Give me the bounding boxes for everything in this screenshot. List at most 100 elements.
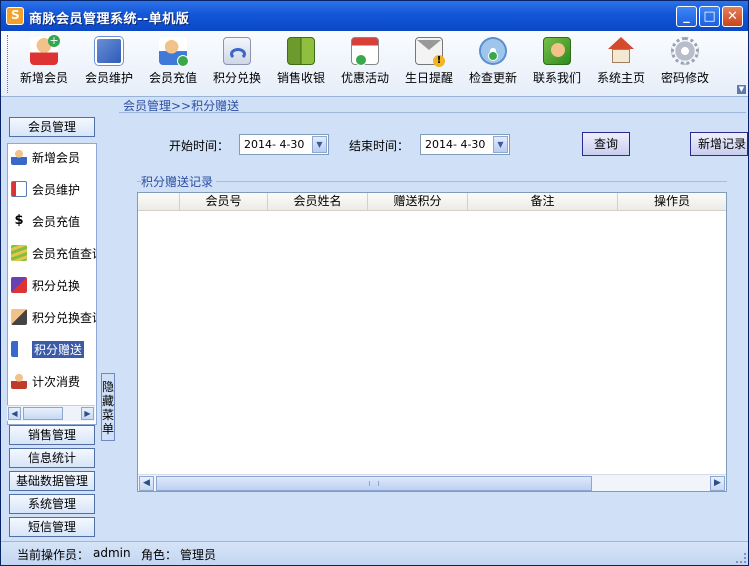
toolbar-recharge-button[interactable]: 会员充值 [142,35,204,91]
toolbar-overflow-button[interactable]: ▼ [737,85,746,94]
main-content: 会员管理>>积分赠送 开始时间： 2014- 4-30 ▼ 结束时间： 2014… [117,97,748,541]
toolbar-contact-button[interactable]: 联系我们 [526,35,588,91]
scroll-thumb[interactable] [23,407,63,420]
toolbar-label: 新增会员 [19,71,68,85]
toolbar-home-button[interactable]: 系统主页 [590,35,652,91]
card-icon [11,181,27,197]
start-time-label: 开始时间： [169,139,230,153]
toolbar-label: 检查更新 [468,71,517,85]
close-button[interactable]: ✕ [722,6,743,27]
sidebar-group-statistics[interactable]: 信息统计 [9,448,95,468]
toolbar-label: 积分兑换 [212,71,261,85]
toolbar-check-update-button[interactable]: 检查更新 [462,35,524,91]
sidebar-group-sales[interactable]: 销售管理 [9,425,95,445]
section-title: 积分赠送记录 [141,173,217,190]
money-stack-icon [11,245,27,261]
home-icon [607,37,635,65]
records-table[interactable]: 会员号 会员姓名 赠送积分 备注 操作员 ◀ ▶ [137,192,727,492]
gift-points-icon [11,341,27,357]
sidebar-item-recharge[interactable]: $ 会员充值 [8,210,96,232]
sidebar-item-label: 会员充值查询 [32,247,97,261]
sidebar-group-system[interactable]: 系统管理 [9,494,95,514]
role-label: 角色： [141,548,178,562]
column-header-operator[interactable]: 操作员 [618,193,726,211]
column-header-member-no[interactable]: 会员号 [180,193,268,211]
gear-password-icon [671,37,699,65]
scroll-right-icon[interactable]: ▶ [710,476,725,491]
end-time-label: 结束时间： [349,139,410,153]
operator-label: 当前操作员： [17,548,90,562]
toolbar-promotion-button[interactable]: 优惠活动 [334,35,396,91]
sidebar-item-member-maintain[interactable]: 会员维护 [8,178,96,200]
scroll-left-icon[interactable]: ◀ [8,407,21,420]
dollar-icon: $ [14,213,24,228]
minimize-button[interactable]: _ [676,6,697,27]
start-date-picker[interactable]: 2014- 4-30 ▼ [239,134,329,155]
exchange-icon [11,277,27,293]
toolbar-label: 优惠活动 [340,71,389,85]
column-header-points[interactable]: 赠送积分 [368,193,468,211]
app-logo-icon [6,7,24,25]
sidebar-horizontal-scrollbar[interactable]: ◀ ▶ [7,405,95,421]
row-header-cell [138,193,180,211]
toolbar: + 新增会员 会员维护 会员充值 积分兑换 销售收银 优惠活动 ! 生日提醒 检… [1,31,748,97]
cd-update-icon [479,37,507,65]
toolbar-points-exchange-button[interactable]: 积分兑换 [206,35,268,91]
toolbar-label: 密码修改 [660,71,709,85]
sidebar-item-points-exchange[interactable]: 积分兑换 [8,274,96,296]
start-date-value: 2014- 4-30 [244,138,305,151]
count-consume-icon [11,373,27,389]
title-bar[interactable]: 商脉会员管理系统--单机版 _ □ ✕ [1,1,748,31]
scroll-thumb[interactable] [156,476,592,491]
sidebar-item-label: 计次消费 [32,375,81,389]
add-record-button[interactable]: 新增记录 [690,132,748,156]
hide-menu-tab[interactable]: 隐藏菜单 [101,373,115,441]
toolbar-grip[interactable] [7,35,10,93]
sidebar-item-label: 积分兑换查询 [32,311,97,325]
sidebar-item-count-consume[interactable]: 计次消费 [8,370,96,392]
query-button[interactable]: 查询 [582,132,630,156]
sidebar-item-points-gift[interactable]: 积分赠送 [8,338,96,360]
recharge-icon [159,37,189,67]
toolbar-label: 联系我们 [532,71,581,85]
sidebar-item-label: 新增会员 [32,151,81,165]
resize-grip-icon[interactable] [736,553,746,563]
sidebar-item-label: 会员充值 [32,215,81,229]
column-header-member-name[interactable]: 会员姓名 [268,193,368,211]
sidebar-group-sms[interactable]: 短信管理 [9,517,95,537]
main-window: 商脉会员管理系统--单机版 _ □ ✕ + 新增会员 会员维护 会员充值 积 [0,0,749,566]
sidebar-item-label: 会员维护 [32,183,81,197]
toolbar-label: 会员维护 [84,71,133,85]
toolbar-change-password-button[interactable]: 密码修改 [654,35,716,91]
maximize-button[interactable]: □ [699,6,720,27]
scroll-right-icon[interactable]: ▶ [81,407,94,420]
table-header: 会员号 会员姓名 赠送积分 备注 操作员 [138,193,726,211]
cashier-icon [287,37,315,65]
sidebar-group-basic-data[interactable]: 基础数据管理 [9,471,95,491]
sidebar-item-recharge-query[interactable]: 会员充值查询 [8,242,97,264]
role-value: 管理员 [180,548,217,562]
toolbar-label: 销售收银 [276,71,325,85]
close-icon: ✕ [727,9,738,24]
column-header-remark[interactable]: 备注 [468,193,618,211]
chevron-down-icon[interactable]: ▼ [312,136,327,153]
sidebar-group-member[interactable]: 会员管理 [9,117,95,137]
table-horizontal-scrollbar[interactable]: ◀ ▶ [138,474,726,491]
minimize-icon: _ [683,9,690,24]
member-card-icon [95,37,123,65]
chevron-down-icon[interactable]: ▼ [493,136,508,153]
scroll-left-icon[interactable]: ◀ [139,476,154,491]
sidebar-item-add-member[interactable]: 新增会员 [8,146,96,168]
toolbar-add-member-button[interactable]: + 新增会员 [13,35,75,91]
toolbar-cashier-button[interactable]: 销售收银 [270,35,332,91]
sidebar-item-exchange-query[interactable]: 积分兑换查询 [8,306,97,328]
calendar-icon [351,37,379,66]
contact-icon [543,37,571,65]
end-date-picker[interactable]: 2014- 4-30 ▼ [420,134,510,155]
end-date-value: 2014- 4-30 [425,138,486,151]
member-menu-panel: 新增会员 会员维护 $ 会员充值 会员充值查询 积分兑换 积分兑换查询 积分赠送… [7,143,97,425]
toolbar-label: 生日提醒 [404,71,453,85]
toolbar-birthday-button[interactable]: ! 生日提醒 [398,35,460,91]
search-exchange-icon [11,309,27,325]
toolbar-member-maintain-button[interactable]: 会员维护 [78,35,140,91]
